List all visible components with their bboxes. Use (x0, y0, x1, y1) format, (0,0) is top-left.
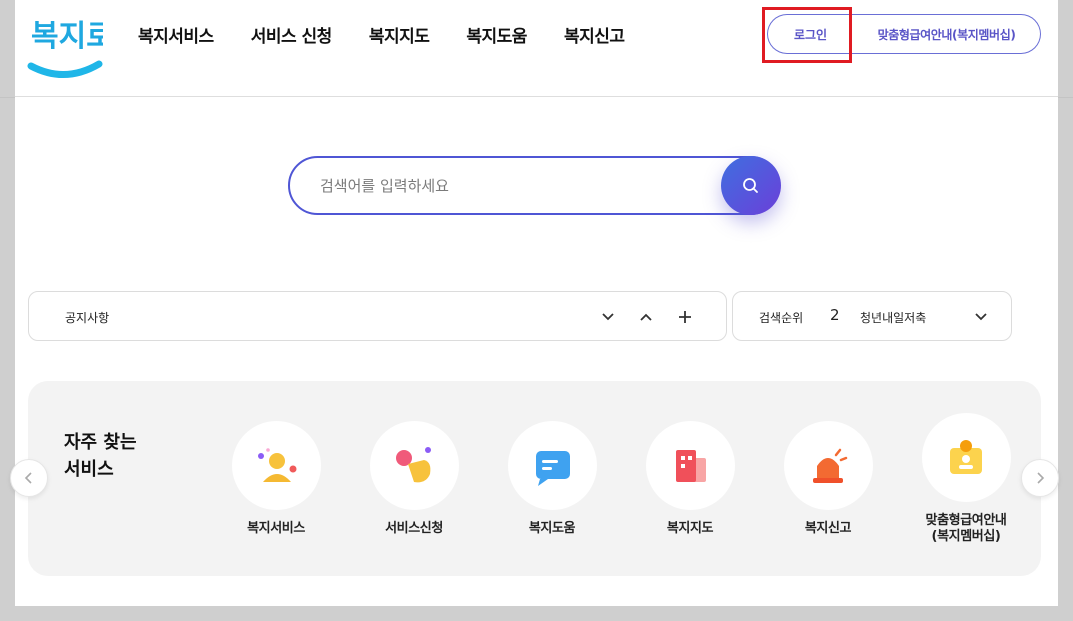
header: 복지로 복지서비스 서비스 신청 복지지도 복지도움 복지신고 로그인 맞춤형급… (15, 0, 1058, 97)
service-apply-icon (396, 446, 431, 482)
logo-icon: 복지로 (27, 19, 114, 78)
logo[interactable]: 복지로 (27, 8, 114, 84)
welfare-map-icon (676, 449, 706, 482)
quick-item-welfare-map[interactable]: 복지지도 (635, 421, 745, 537)
quick-item-welfare-help[interactable]: 복지도움 (497, 421, 607, 537)
quick-item-membership[interactable]: 맞춤형급여안내 (복지멤버십) (911, 413, 1021, 545)
quick-item-label: 복지도움 (528, 521, 576, 536)
quick-item-label: 서비스신청 (385, 521, 443, 536)
quick-item-circle (783, 421, 873, 510)
membership-icon (950, 439, 982, 474)
login-button[interactable]: 로그인 (767, 14, 853, 54)
notice-label: 공지사항 (65, 311, 110, 325)
welfare-help-icon (536, 450, 570, 486)
page: 복지로 복지서비스 서비스 신청 복지지도 복지도움 복지신고 로그인 맞춤형급… (15, 0, 1058, 606)
quick-services: 자주 찾는 서비스 복지서비스 서비스신청 복지도움 복지지도 복지신고 맞춤형… (28, 381, 1041, 576)
header-divider-left (0, 97, 15, 98)
notice-prev-button[interactable] (634, 305, 658, 329)
nav-welfare-help[interactable]: 복지도움 (466, 22, 527, 47)
chevron-down-icon (975, 313, 987, 321)
quick-item-welfare-service[interactable]: 복지서비스 (221, 421, 331, 537)
quick-item-label: 복지서비스 (247, 521, 305, 536)
search-box (288, 156, 780, 215)
plus-icon (679, 311, 691, 323)
header-divider-right (1058, 97, 1073, 98)
nav-welfare-map[interactable]: 복지지도 (369, 22, 430, 47)
quick-item-circle (369, 421, 459, 510)
quick-item-label: 복지지도 (666, 521, 714, 536)
search-ranking[interactable]: 검색순위 2 청년내일저축 (732, 291, 1012, 341)
nav-welfare-service[interactable]: 복지서비스 (138, 22, 214, 47)
quick-title-line1: 자주 찾는 (64, 432, 137, 453)
quick-item-label: 맞춤형급여안내 (복지멤버십) (925, 513, 1007, 544)
quick-services-title: 자주 찾는 서비스 (64, 429, 164, 483)
search-input[interactable] (320, 174, 700, 198)
quick-item-circle (645, 421, 735, 510)
siren-icon (813, 448, 848, 483)
membership-button[interactable]: 맞춤형급여안내(복지멤버십) (853, 14, 1041, 54)
chevron-left-icon (24, 472, 32, 484)
quick-item-circle (921, 413, 1011, 502)
quick-item-welfare-report[interactable]: 복지신고 (773, 421, 883, 537)
quick-prev-button[interactable] (10, 459, 48, 497)
main-nav: 복지서비스 서비스 신청 복지지도 복지도움 복지신고 (138, 22, 662, 47)
search-icon (743, 177, 758, 193)
ranking-label: 검색순위 (759, 311, 804, 325)
search-button[interactable] (721, 156, 781, 215)
notice-more-button[interactable] (673, 305, 697, 329)
svg-text:복지로: 복지로 (31, 19, 103, 54)
quick-item-service-apply[interactable]: 서비스신청 (359, 421, 469, 537)
welfare-service-icon (258, 447, 297, 482)
notice-bar: 공지사항 (28, 291, 727, 341)
quick-item-circle (231, 421, 321, 510)
quick-title-line2: 서비스 (64, 459, 114, 480)
chevron-right-icon (1037, 472, 1045, 484)
ranking-number: 2 (830, 306, 840, 324)
nav-service-apply[interactable]: 서비스 신청 (251, 22, 333, 47)
quick-item-label: 복지신고 (804, 521, 852, 536)
ranking-keyword[interactable]: 청년내일저축 (860, 309, 926, 326)
quick-item-circle (507, 421, 597, 510)
chevron-up-icon (640, 313, 652, 321)
chevron-down-icon (602, 313, 614, 321)
notice-next-button[interactable] (596, 305, 620, 329)
nav-welfare-report[interactable]: 복지신고 (564, 22, 625, 47)
quick-next-button[interactable] (1021, 459, 1059, 497)
ranking-expand-button[interactable] (969, 305, 993, 329)
